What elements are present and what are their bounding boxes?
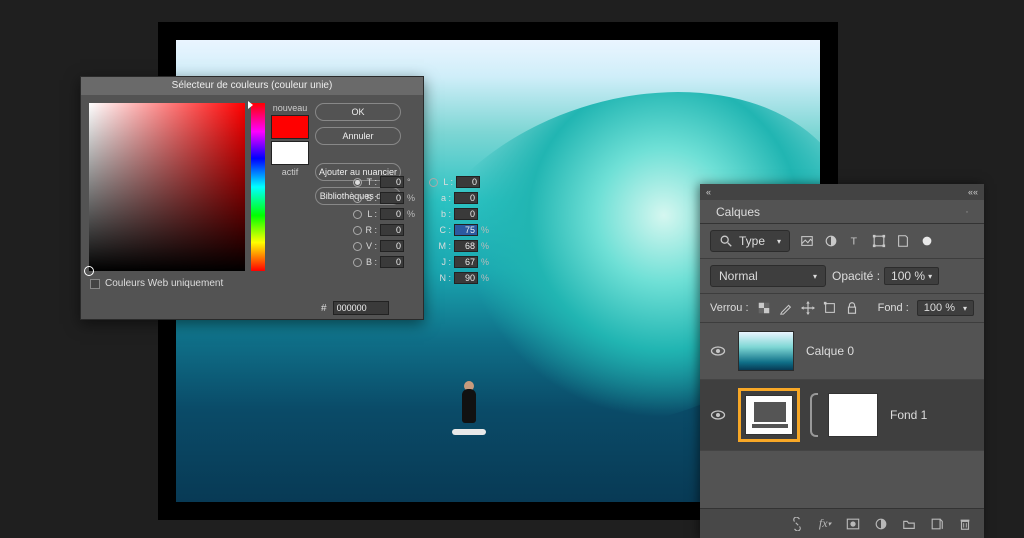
- panel-collapse-left[interactable]: «: [706, 187, 711, 197]
- filter-pixel-icon[interactable]: [800, 234, 814, 248]
- cancel-button[interactable]: Annuler: [315, 127, 401, 145]
- chevron-down-icon: ▾: [813, 272, 817, 281]
- opacity-label: Opacité :: [832, 269, 880, 283]
- cmyk-m-input[interactable]: [454, 240, 478, 252]
- filter-adjustment-icon[interactable]: [824, 234, 838, 248]
- lab-l-input[interactable]: [456, 176, 480, 188]
- filter-shape-icon[interactable]: [872, 234, 886, 248]
- hsb-t-radio[interactable]: [353, 178, 362, 187]
- fill-opacity-input[interactable]: 100 %▾: [917, 300, 974, 316]
- layer-filter-type-select[interactable]: Type ▾: [710, 230, 790, 252]
- panel-menu-icon[interactable]: [960, 205, 974, 219]
- chevron-down-icon: ▾: [777, 237, 781, 246]
- fill-label: Fond :: [878, 302, 909, 314]
- hsb-t-input[interactable]: [380, 176, 404, 188]
- color-field[interactable]: [89, 103, 245, 271]
- web-colors-label: Couleurs Web uniquement: [105, 278, 223, 289]
- visibility-toggle-icon[interactable]: [710, 407, 726, 423]
- cmyk-c-input[interactable]: [454, 224, 478, 236]
- rgb-v-radio[interactable]: [353, 242, 362, 251]
- link-layers-icon[interactable]: [790, 517, 804, 531]
- layers-tab[interactable]: Calques: [700, 200, 984, 224]
- hex-label: #: [321, 303, 327, 314]
- hsb-l-input[interactable]: [380, 208, 404, 220]
- mask-link-icon: [810, 393, 818, 437]
- filter-toggle-icon[interactable]: [920, 234, 934, 248]
- cmyk-j-input[interactable]: [454, 256, 478, 268]
- delete-layer-icon[interactable]: [958, 517, 972, 531]
- hsb-s-radio[interactable]: [353, 194, 362, 203]
- hue-slider-thumb[interactable]: [248, 101, 253, 109]
- hue-slider[interactable]: [251, 103, 265, 271]
- rgb-v-input[interactable]: [380, 240, 404, 252]
- color-picker-title: Sélecteur de couleurs (couleur unie): [81, 77, 423, 95]
- rgb-b-input[interactable]: [380, 256, 404, 268]
- lock-label: Verrou :: [710, 302, 749, 314]
- layers-tab-label: Calques: [710, 203, 766, 221]
- filter-type-icon[interactable]: T: [848, 234, 862, 248]
- search-icon: [719, 234, 733, 248]
- layer-mask-thumbnail[interactable]: [828, 393, 878, 437]
- lab-b-input[interactable]: [454, 208, 478, 220]
- hex-input[interactable]: [333, 301, 389, 315]
- rgb-b-radio[interactable]: [353, 258, 362, 267]
- lock-pixels-icon[interactable]: [779, 301, 793, 315]
- new-adjustment-layer-icon[interactable]: [874, 517, 888, 531]
- layers-panel: « «« Calques Type ▾ T Normal ▾ Opacité :…: [700, 184, 984, 538]
- layer-item[interactable]: Calque 0: [700, 323, 984, 380]
- rgb-r-radio[interactable]: [353, 226, 362, 235]
- lock-all-icon[interactable]: [845, 301, 859, 315]
- lock-artboard-icon[interactable]: [823, 301, 837, 315]
- layer-thumbnail[interactable]: [738, 331, 794, 371]
- layer-name[interactable]: Calque 0: [806, 344, 854, 358]
- surfer-illustration: [454, 385, 484, 440]
- new-group-icon[interactable]: [902, 517, 916, 531]
- new-layer-icon[interactable]: [930, 517, 944, 531]
- new-color-label: nouveau: [273, 103, 308, 113]
- new-color-swatch: [271, 115, 309, 139]
- layers-footer: fx▾: [700, 508, 984, 538]
- lock-transparency-icon[interactable]: [757, 301, 771, 315]
- add-mask-icon[interactable]: [846, 517, 860, 531]
- ok-button[interactable]: OK: [315, 103, 401, 121]
- visibility-toggle-icon[interactable]: [710, 343, 726, 359]
- layer-effects-icon[interactable]: fx▾: [818, 517, 832, 531]
- filter-smartobject-icon[interactable]: [896, 234, 910, 248]
- layer-name[interactable]: Fond 1: [890, 408, 927, 422]
- current-color-label: actif: [282, 167, 299, 177]
- lock-position-icon[interactable]: [801, 301, 815, 315]
- current-color-swatch: [271, 141, 309, 165]
- hsb-l-radio[interactable]: [353, 210, 362, 219]
- panel-collapse-right[interactable]: ««: [968, 187, 978, 197]
- cmyk-n-input[interactable]: [454, 272, 478, 284]
- hsb-s-input[interactable]: [380, 192, 404, 204]
- web-colors-checkbox[interactable]: [90, 279, 100, 289]
- color-field-cursor[interactable]: [84, 266, 94, 276]
- opacity-input[interactable]: 100 %▾: [884, 267, 939, 285]
- rgb-r-input[interactable]: [380, 224, 404, 236]
- layer-item[interactable]: Fond 1: [700, 380, 984, 451]
- svg-text:T: T: [851, 236, 858, 248]
- layer-list: Calque 0 Fond 1: [700, 323, 984, 451]
- fill-layer-thumbnail-selected[interactable]: [738, 388, 800, 442]
- blend-mode-select[interactable]: Normal ▾: [710, 265, 826, 287]
- lab-a-input[interactable]: [454, 192, 478, 204]
- lab-l-radio[interactable]: [429, 178, 438, 187]
- color-value-fields: T :° L : S :% a : L :% b : R : C :% V : …: [353, 176, 497, 284]
- layer-filter-type-label: Type: [739, 234, 765, 248]
- blend-mode-value: Normal: [719, 269, 758, 283]
